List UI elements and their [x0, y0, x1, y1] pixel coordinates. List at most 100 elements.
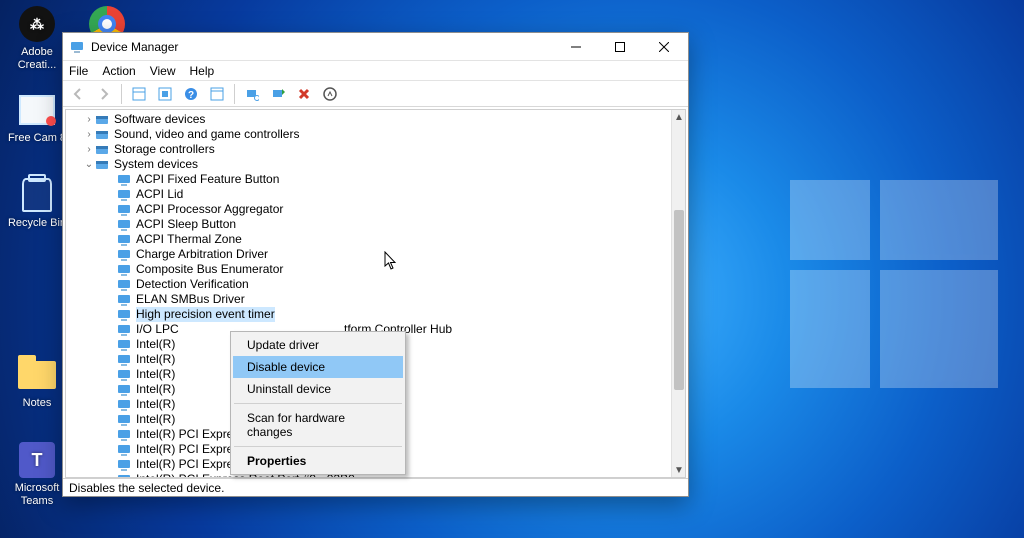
desktop-icon-adobe-cc[interactable]: ⁂ Adobe Creati... [6, 4, 68, 72]
adobe-cc-icon: ⁂ [19, 6, 55, 42]
ctx-separator [234, 403, 402, 404]
desktop-icon-label: Recycle Bin [8, 217, 66, 230]
nav-back-button [67, 83, 89, 105]
desktop-icon-notes[interactable]: Notes [6, 355, 68, 410]
windows-logo-watermark [790, 180, 998, 388]
desktop-icon-teams[interactable]: T Microsoft Teams [6, 440, 68, 508]
expand-glyph[interactable]: ⌄ [84, 157, 94, 172]
scroll-up-arrow[interactable]: ▲ [672, 110, 686, 124]
tree-node-label: Intel(R) [136, 382, 175, 397]
tree-node-label: Charge Arbitration Driver [136, 247, 268, 262]
tree-node-label: Intel(R) [136, 337, 175, 352]
svg-text:?: ? [188, 90, 194, 101]
toolbar-scan-button[interactable] [241, 83, 263, 105]
toolbar: ? [63, 81, 688, 107]
device-icon [116, 248, 132, 262]
maximize-button[interactable] [598, 34, 642, 60]
tree-node[interactable]: ACPI Thermal Zone [66, 232, 671, 247]
device-icon [116, 398, 132, 412]
tree-node[interactable]: ACPI Processor Aggregator [66, 202, 671, 217]
status-bar: Disables the selected device. [63, 478, 688, 496]
device-icon [116, 353, 132, 367]
toolbar-show-tree-button[interactable] [128, 83, 150, 105]
tree-node-label: Detection Verification [136, 277, 249, 292]
scroll-thumb[interactable] [674, 210, 684, 390]
device-icon [116, 413, 132, 427]
tree-node-label: ACPI Processor Aggregator [136, 202, 283, 217]
tree-node[interactable]: Composite Bus Enumerator [66, 262, 671, 277]
tree-node[interactable]: ›Software devices [66, 112, 671, 127]
toolbar-refresh-button[interactable] [154, 83, 176, 105]
scroll-down-arrow[interactable]: ▼ [672, 463, 686, 477]
desktop-icon-label: Microsoft Teams [6, 482, 68, 508]
software-icon [94, 113, 110, 127]
toolbar-help-button[interactable]: ? [180, 83, 202, 105]
menu-help[interactable]: Help [190, 64, 215, 78]
vertical-scrollbar[interactable]: ▲ ▼ [671, 110, 685, 477]
menu-action[interactable]: Action [102, 64, 135, 78]
tree-node[interactable]: ACPI Fixed Feature Button [66, 172, 671, 187]
toolbar-properties-button[interactable] [206, 83, 228, 105]
minimize-button[interactable] [554, 34, 598, 60]
tree-node[interactable]: Charge Arbitration Driver [66, 247, 671, 262]
mouse-cursor [384, 251, 398, 271]
tree-node[interactable]: ›Storage controllers [66, 142, 671, 157]
tree-node-label: ACPI Fixed Feature Button [136, 172, 279, 187]
context-menu: Update driver Disable device Uninstall d… [230, 331, 406, 475]
tree-node[interactable]: Detection Verification [66, 277, 671, 292]
desktop-icon-label: Notes [23, 397, 52, 410]
tree-node[interactable]: ⌄ System devices [66, 157, 671, 172]
device-icon [116, 443, 132, 457]
menu-file[interactable]: File [69, 64, 88, 78]
menu-view[interactable]: View [150, 64, 176, 78]
toolbar-separator [121, 84, 122, 104]
device-icon [116, 233, 132, 247]
tree-node[interactable]: ›Sound, video and game controllers [66, 127, 671, 142]
tree-node[interactable]: ELAN SMBus Driver [66, 292, 671, 307]
device-icon [116, 173, 132, 187]
sound-icon [94, 128, 110, 142]
desktop-icon-recycle-bin[interactable]: Recycle Bin [6, 175, 68, 230]
tree-node-label: ELAN SMBus Driver [136, 292, 245, 307]
tree-node[interactable]: ACPI Lid [66, 187, 671, 202]
tree-node-label: Intel(R) [136, 352, 175, 367]
device-icon [116, 428, 132, 442]
expand-glyph[interactable]: › [84, 112, 94, 127]
device-icon [116, 323, 132, 337]
device-icon [116, 338, 132, 352]
device-icon [116, 473, 132, 478]
device-icon [116, 263, 132, 277]
expand-glyph[interactable]: › [84, 142, 94, 157]
desktop-icon-label: Adobe Creati... [6, 46, 68, 72]
desktop-icon-freecam[interactable]: Free Cam 8 [6, 90, 68, 145]
ctx-disable-device[interactable]: Disable device [233, 356, 403, 378]
device-icon [116, 218, 132, 232]
ctx-uninstall-device[interactable]: Uninstall device [233, 378, 403, 400]
toolbar-disable-button[interactable] [293, 83, 315, 105]
toolbar-uninstall-button[interactable] [319, 83, 341, 105]
tree-node-label: ACPI Sleep Button [136, 217, 236, 232]
ctx-scan-hardware[interactable]: Scan for hardware changes [233, 407, 403, 443]
device-icon [116, 368, 132, 382]
ctx-update-driver[interactable]: Update driver [233, 334, 403, 356]
tree-node-label: Intel(R) [136, 412, 175, 427]
menubar: File Action View Help [63, 61, 688, 81]
close-button[interactable] [642, 34, 686, 60]
titlebar[interactable]: Device Manager [63, 33, 688, 61]
system-devices-icon [94, 158, 110, 172]
tree-node[interactable]: ACPI Sleep Button [66, 217, 671, 232]
device-icon [116, 293, 132, 307]
tree-node-label: Composite Bus Enumerator [136, 262, 283, 277]
recycle-bin-icon [22, 178, 52, 212]
folder-icon [18, 361, 56, 389]
tree-node-label: System devices [114, 157, 198, 172]
freecam-icon [19, 95, 55, 125]
tree-node-label: ACPI Thermal Zone [136, 232, 242, 247]
device-manager-window: Device Manager File Action View Help ? ›… [62, 32, 689, 497]
expand-glyph[interactable]: › [84, 127, 94, 142]
desktop-icon-label: Free Cam 8 [8, 132, 66, 145]
device-icon [116, 188, 132, 202]
toolbar-enable-button[interactable] [267, 83, 289, 105]
tree-node[interactable]: High precision event timer [66, 307, 671, 322]
ctx-properties[interactable]: Properties [233, 450, 403, 472]
